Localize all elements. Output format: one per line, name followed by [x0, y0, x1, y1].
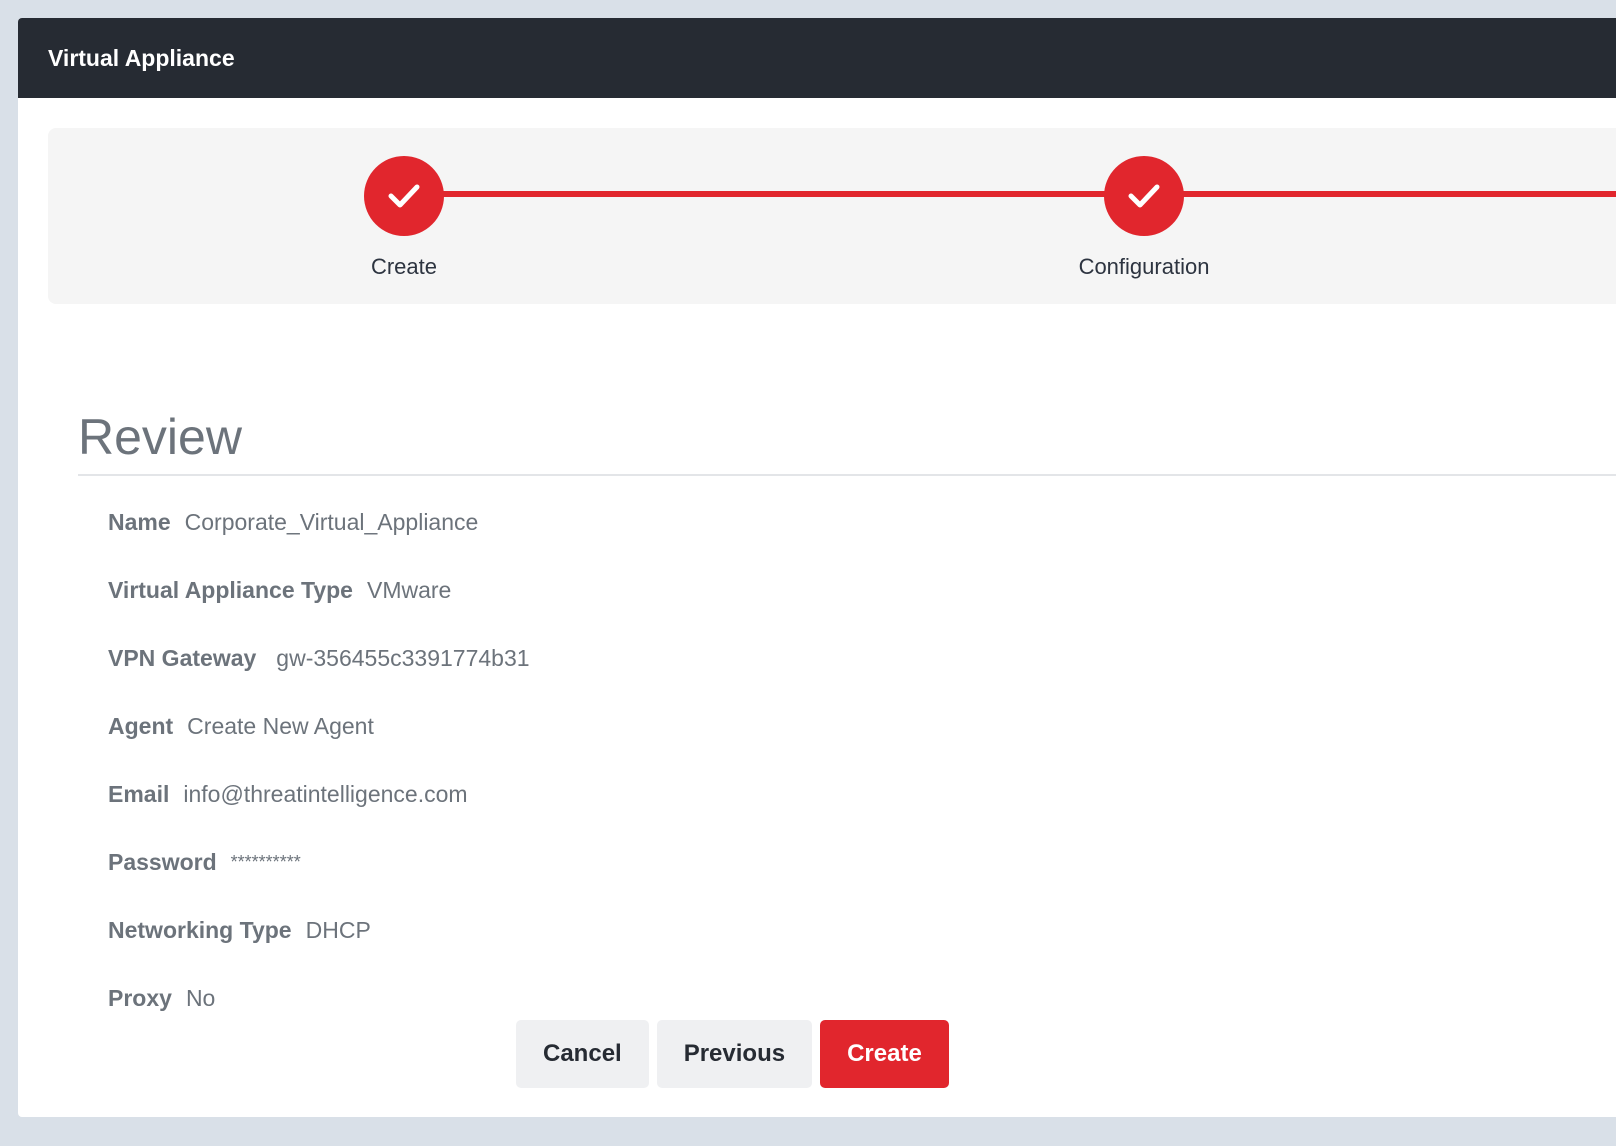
field-networking-type: Networking Type DHCP [108, 896, 530, 964]
field-value: gw-356455c3391774b31 [276, 644, 530, 671]
field-label: Email [108, 780, 170, 807]
field-value: info@threatintelligence.com [183, 780, 468, 807]
step-label: Configuration [1078, 254, 1210, 279]
review-fields: Name Corporate_Virtual_Appliance Virtual… [108, 488, 530, 1032]
step-complete-circle [1104, 156, 1184, 236]
field-name: Name Corporate_Virtual_Appliance [108, 488, 530, 556]
field-label: Password [108, 848, 217, 875]
field-value: DHCP [305, 916, 371, 943]
field-value: VMware [366, 576, 452, 603]
virtual-appliance-modal: Virtual Appliance Create Configuration R… [18, 18, 1616, 1117]
modal-header: Virtual Appliance [18, 18, 1616, 98]
field-value: No [185, 984, 216, 1011]
cancel-button[interactable]: Cancel [516, 1020, 649, 1088]
field-label: Virtual Appliance Type [108, 576, 353, 603]
review-divider [78, 474, 1616, 476]
field-vpn-gateway: VPN Gateway gw-356455c3391774b31 [108, 624, 530, 692]
field-virtual-appliance-type: Virtual Appliance Type VMware [108, 556, 530, 624]
field-email: Email info@threatintelligence.com [108, 760, 530, 828]
field-proxy: Proxy No [108, 964, 530, 1032]
field-label: VPN Gateway [108, 644, 257, 671]
checkmark-icon [388, 184, 420, 208]
field-label: Networking Type [108, 916, 292, 943]
step-create[interactable]: Create [284, 156, 524, 280]
step-complete-circle [364, 156, 444, 236]
create-button[interactable]: Create [820, 1020, 949, 1088]
wizard-stepper: Create Configuration [48, 128, 1616, 304]
field-password: Password ********** [108, 828, 530, 896]
checkmark-icon [1128, 184, 1160, 208]
review-heading: Review [78, 409, 242, 465]
previous-button[interactable]: Previous [656, 1020, 813, 1088]
modal-title: Virtual Appliance [48, 44, 235, 71]
step-configuration[interactable]: Configuration [1024, 156, 1264, 280]
field-value: Corporate_Virtual_Appliance [184, 508, 479, 535]
field-label: Name [108, 508, 171, 535]
field-value: Create New Agent [187, 712, 374, 739]
action-buttons: Cancel Previous Create [516, 1020, 949, 1088]
step-label: Create [370, 254, 438, 279]
field-agent: Agent Create New Agent [108, 692, 530, 760]
field-value: ********** [230, 851, 301, 872]
field-label: Agent [108, 712, 174, 739]
field-label: Proxy [108, 984, 172, 1011]
